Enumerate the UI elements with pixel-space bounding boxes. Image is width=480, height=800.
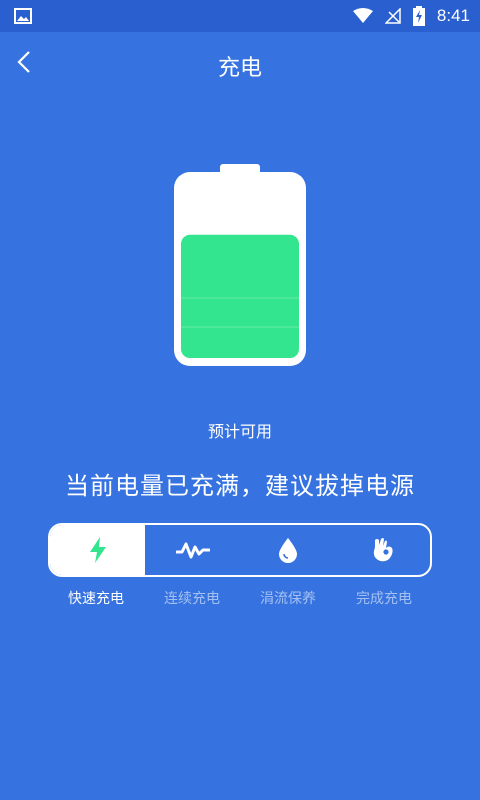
battery-illustration	[174, 164, 306, 366]
tab-label-fast-charge[interactable]: 快速充电	[48, 588, 144, 608]
tab-label-charge-complete[interactable]: 完成充电	[336, 588, 432, 608]
no-signal-icon	[384, 8, 401, 24]
pulse-wave-icon	[175, 542, 210, 559]
estimate-label: 预计可用	[207, 422, 272, 441]
tab-charge-complete[interactable]	[335, 525, 430, 575]
wifi-icon	[352, 8, 373, 23]
battery-fill	[181, 234, 299, 358]
tab-label-continuous-charge[interactable]: 连续充电	[144, 588, 240, 608]
tab-continuous-charge[interactable]	[145, 525, 240, 575]
status-bar: 8:41	[0, 0, 480, 32]
charge-mode-tabs	[48, 523, 432, 577]
tab-fast-charge[interactable]	[50, 525, 145, 575]
ok-hand-icon	[373, 538, 393, 562]
battery-charging-icon	[412, 6, 425, 26]
lightning-icon	[89, 537, 106, 563]
tab-labels: 快速充电 连续充电 涓流保养 完成充电	[48, 588, 432, 608]
tab-label-trickle-maintenance[interactable]: 涓流保养	[240, 588, 336, 608]
clock: 8:41	[436, 6, 470, 25]
tab-trickle-maintenance[interactable]	[240, 525, 335, 575]
water-drop-icon	[278, 538, 297, 563]
image-icon	[14, 8, 32, 24]
page-title: 充电	[217, 56, 262, 81]
top-bar: 充电	[0, 32, 480, 92]
status-message: 当前电量已充满，建议拔掉电源	[65, 472, 415, 500]
